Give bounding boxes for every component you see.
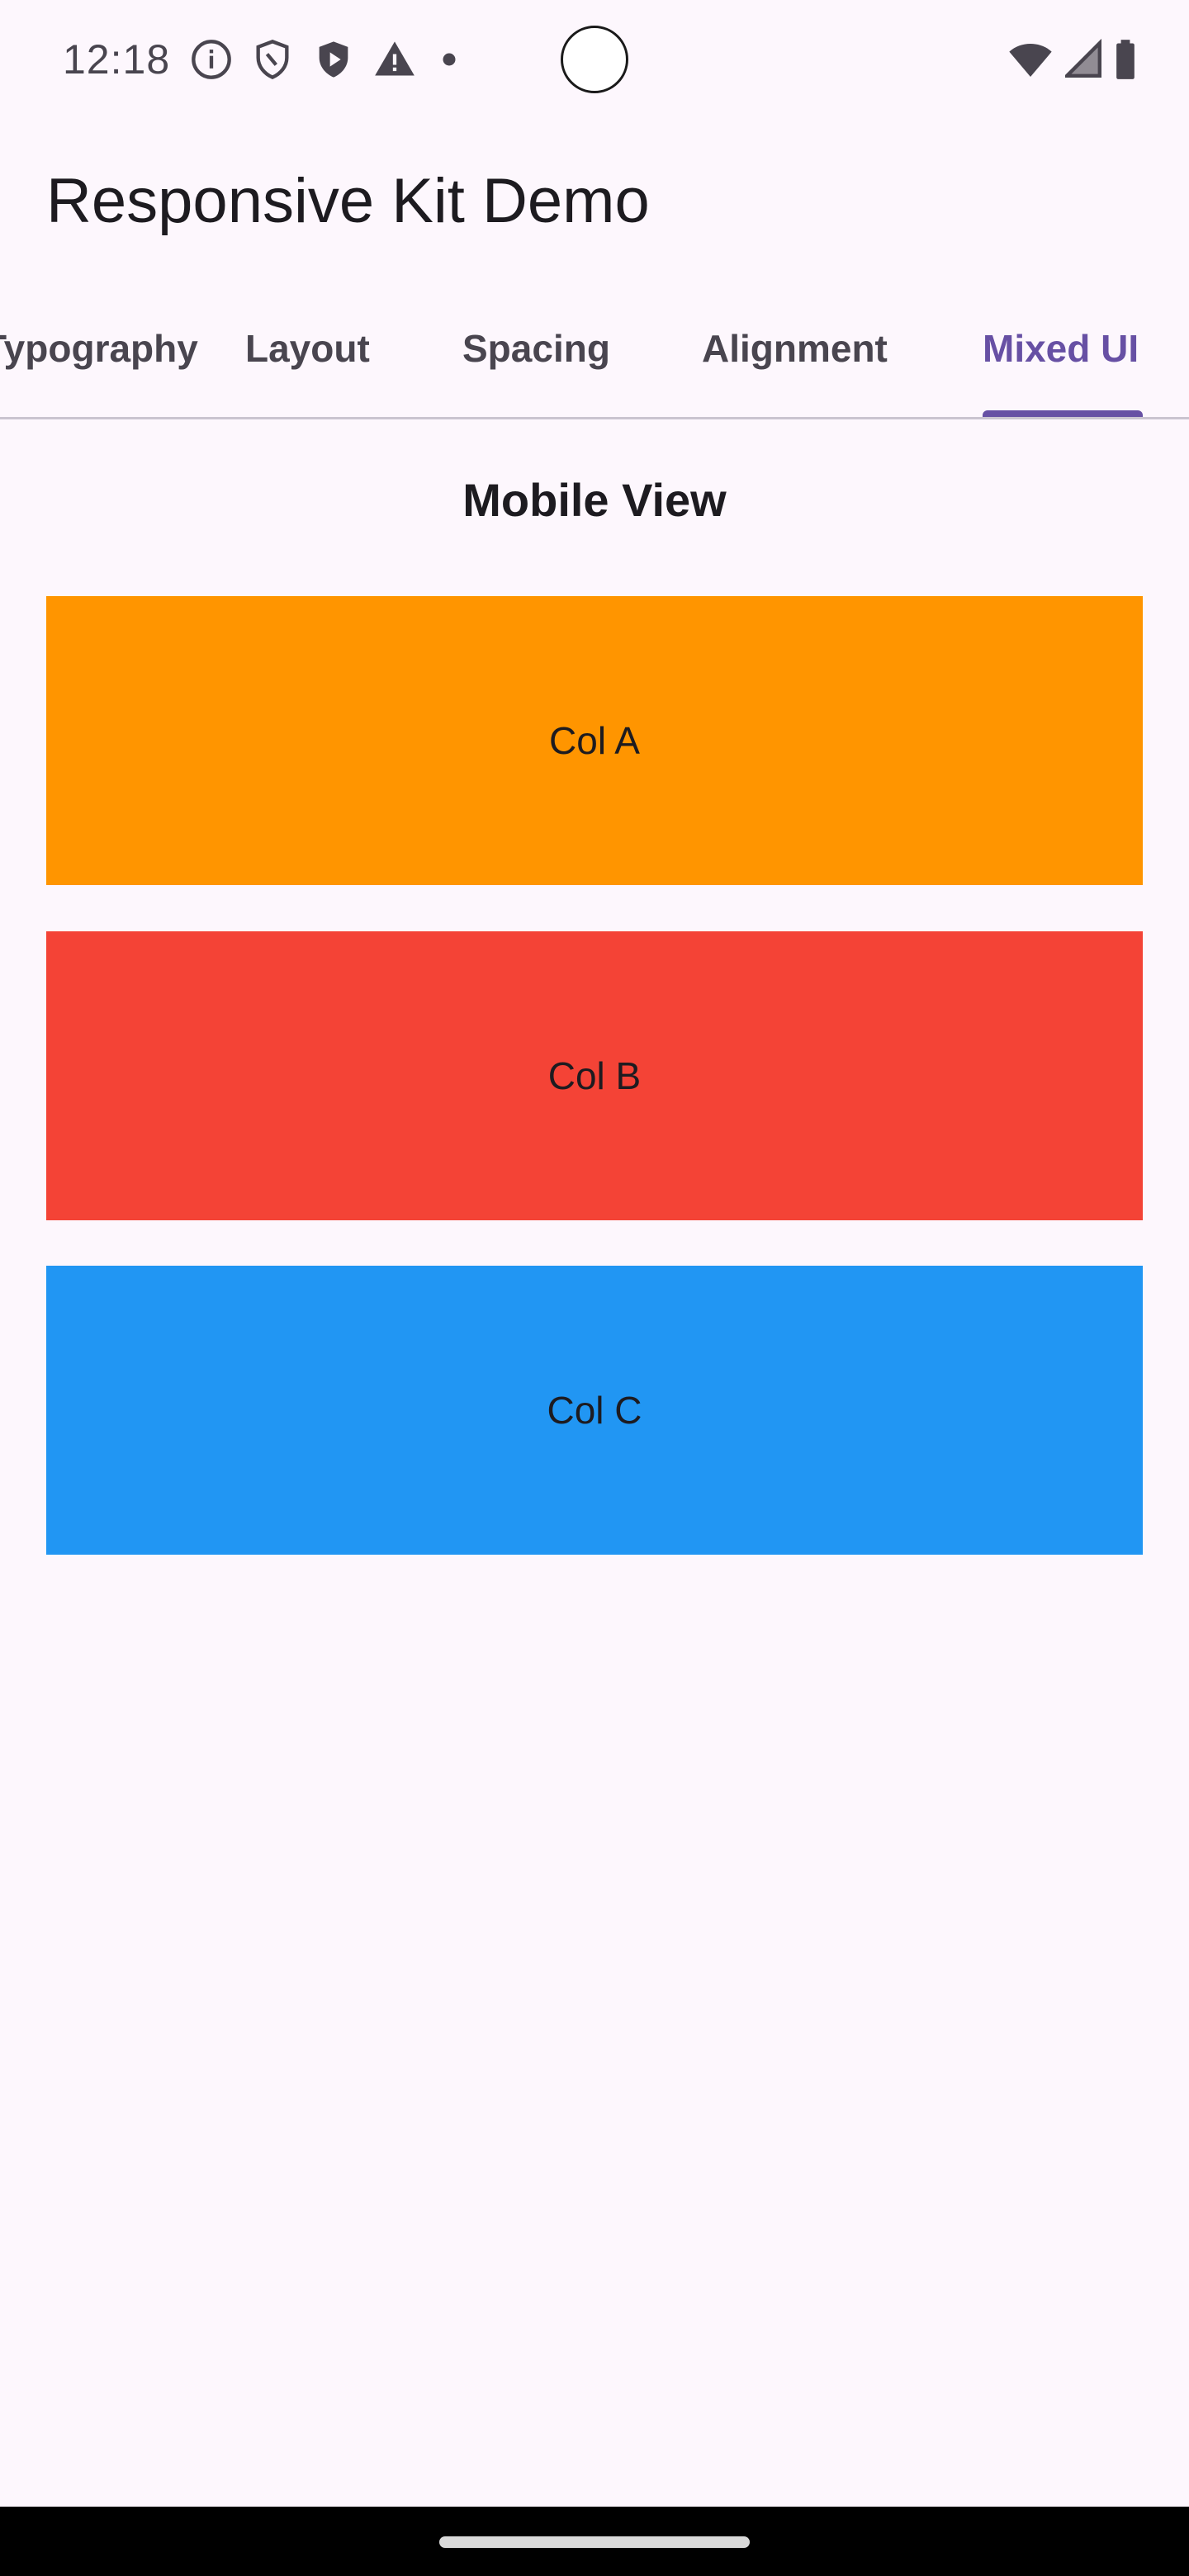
tab-spacing[interactable]: Spacing bbox=[462, 281, 610, 417]
col-c-box: Col C bbox=[46, 1266, 1143, 1555]
col-a-box: Col A bbox=[46, 596, 1143, 885]
info-icon bbox=[190, 38, 233, 81]
section-title: Mobile View bbox=[462, 474, 727, 526]
shield-play-icon bbox=[312, 38, 355, 81]
col-b-label: Col B bbox=[547, 1054, 642, 1097]
tab-indicator bbox=[983, 410, 1143, 417]
status-time: 12:18 bbox=[63, 36, 171, 83]
status-bar: 12:18 bbox=[0, 0, 1189, 119]
status-icons-left bbox=[190, 36, 464, 83]
tab-bar: Typography Layout Spacing Alignment Mixe… bbox=[0, 281, 1189, 419]
app-bar: Responsive Kit Demo bbox=[0, 119, 1189, 281]
col-b-box: Col B bbox=[46, 931, 1143, 1220]
tab-mixed-ui[interactable]: Mixed UI bbox=[983, 281, 1139, 417]
camera-cutout bbox=[561, 26, 628, 93]
dot-icon bbox=[434, 38, 464, 81]
battery-icon bbox=[1113, 38, 1138, 81]
tab-alignment[interactable]: Alignment bbox=[702, 281, 888, 417]
app-title: Responsive Kit Demo bbox=[46, 166, 650, 236]
col-a-label: Col A bbox=[549, 719, 640, 762]
shield-outline-icon bbox=[251, 38, 294, 81]
tab-layout[interactable]: Layout bbox=[245, 281, 370, 417]
home-gesture-handle[interactable] bbox=[439, 2536, 750, 2548]
tab-typography[interactable]: Typography bbox=[0, 281, 198, 417]
status-icons-right bbox=[1007, 36, 1138, 83]
signal-icon bbox=[1065, 38, 1101, 81]
warning-icon bbox=[373, 38, 416, 81]
navigation-bar bbox=[0, 2507, 1189, 2576]
col-c-label: Col C bbox=[547, 1389, 642, 1432]
wifi-icon bbox=[1007, 38, 1054, 81]
